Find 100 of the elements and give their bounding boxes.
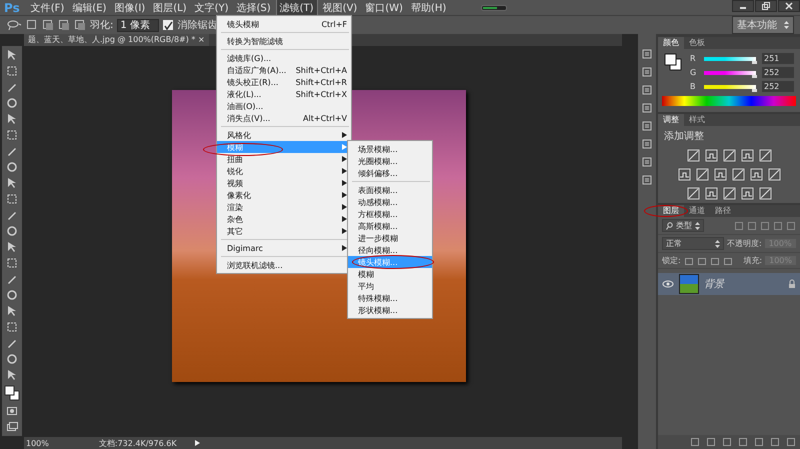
menu-item[interactable]: 浏览联机滤镜...: [217, 259, 351, 271]
menu-item[interactable]: 高斯模糊...: [348, 220, 432, 232]
blend-mode-dropdown[interactable]: 正常: [662, 237, 724, 250]
tool-icon[interactable]: [6, 305, 18, 317]
menu-item[interactable]: 像素化: [217, 189, 351, 201]
eye-icon[interactable]: [662, 280, 674, 288]
menu-item[interactable]: 镜头模糊 Ctrl+F: [217, 18, 351, 30]
adjustment-icon[interactable]: [740, 149, 754, 162]
menu-item[interactable]: 文件(F): [28, 0, 68, 16]
tool-icon[interactable]: [6, 65, 18, 77]
menu-item[interactable]: 风格化: [217, 129, 351, 141]
menu-item[interactable]: 渲染: [217, 201, 351, 213]
menu-item[interactable]: 场景模糊...: [348, 143, 432, 155]
menu-item[interactable]: 其它: [217, 225, 351, 237]
menu-item[interactable]: 选择(S): [233, 0, 274, 16]
menu-item[interactable]: 扭曲: [217, 153, 351, 165]
panel-icon[interactable]: [641, 174, 653, 186]
channel-value-field[interactable]: 252: [762, 81, 794, 92]
panel-icon[interactable]: [641, 102, 653, 114]
tool-icon[interactable]: [6, 225, 18, 237]
channel-value-field[interactable]: 252: [762, 67, 794, 78]
tool-icon[interactable]: [6, 369, 18, 381]
tool-icon[interactable]: [6, 129, 18, 141]
workspace-dropdown[interactable]: 基本功能: [732, 16, 794, 34]
play-icon[interactable]: [192, 439, 201, 447]
tool-icon[interactable]: [6, 337, 18, 349]
panel-icon[interactable]: [641, 120, 653, 132]
menu-item[interactable]: 视频: [217, 177, 351, 189]
menu-item[interactable]: 转换为智能滤镜: [217, 35, 351, 47]
panel-icon[interactable]: [641, 84, 653, 96]
adjustment-icon[interactable]: [722, 187, 736, 200]
adjustment-icon[interactable]: [686, 149, 700, 162]
adjustment-icon[interactable]: [696, 168, 708, 181]
close-button[interactable]: [778, 0, 800, 12]
layer-row[interactable]: 背景: [658, 273, 800, 295]
menu-item[interactable]: 文字(Y): [192, 0, 232, 16]
panel-tab[interactable]: 样式: [684, 114, 710, 126]
tool-icon[interactable]: [6, 321, 18, 333]
panel-tab[interactable]: 图层: [658, 205, 684, 217]
menu-item[interactable]: 液化(L)... Shift+Ctrl+X: [217, 88, 351, 100]
adjustment-icon[interactable]: [686, 187, 700, 200]
menu-item[interactable]: 消失点(V)... Alt+Ctrl+V: [217, 112, 351, 124]
menu-item[interactable]: 平均: [348, 280, 432, 292]
adjustment-icon[interactable]: [768, 168, 780, 181]
menu-item[interactable]: Digimarc: [217, 242, 351, 254]
adjustment-icon[interactable]: [704, 149, 718, 162]
tool-icon[interactable]: [6, 193, 18, 205]
menu-item[interactable]: 帮助(H): [408, 0, 450, 16]
adjustment-icon[interactable]: [740, 187, 754, 200]
color-swatches-icon[interactable]: [4, 385, 20, 401]
menu-item[interactable]: 动感模糊...: [348, 196, 432, 208]
menu-item[interactable]: 进一步模糊: [348, 232, 432, 244]
menu-item[interactable]: 径向模糊...: [348, 244, 432, 256]
panel-icon[interactable]: [641, 48, 653, 60]
panel-icon[interactable]: [641, 138, 653, 150]
tool-icon[interactable]: [6, 273, 18, 285]
menu-item[interactable]: 表面模糊...: [348, 184, 432, 196]
panel-icon[interactable]: [641, 66, 653, 78]
tool-icon[interactable]: [6, 177, 18, 189]
panel-tab[interactable]: 颜色: [658, 37, 684, 49]
slider-thumb[interactable]: [752, 74, 757, 78]
document-tab[interactable]: 题、蓝天、草地、人.jpg @ 100%(RGB/8#) * ×: [24, 34, 209, 46]
panel-tab[interactable]: 色板: [684, 37, 710, 49]
menu-item[interactable]: 油画(O)...: [217, 100, 351, 112]
tool-icon[interactable]: [6, 241, 18, 253]
quick-mask-icon[interactable]: [6, 405, 18, 417]
slider-thumb[interactable]: [752, 88, 757, 92]
lock-option-icon[interactable]: [684, 256, 694, 266]
adjustment-icon[interactable]: [722, 149, 736, 162]
tool-icon[interactable]: [6, 145, 18, 157]
minimize-button[interactable]: [732, 0, 754, 12]
slider-thumb[interactable]: [752, 60, 757, 64]
anti-alias-checkbox[interactable]: [163, 20, 174, 30]
adjustment-icon[interactable]: [758, 187, 772, 200]
color-spectrum[interactable]: [662, 96, 796, 106]
panel-icon[interactable]: [641, 156, 653, 168]
feather-field[interactable]: 1 像素: [117, 18, 160, 32]
tool-icon[interactable]: [6, 257, 18, 269]
lock-option-icon[interactable]: [696, 256, 707, 266]
panel-tab[interactable]: 路径: [710, 205, 736, 217]
restore-button[interactable]: [755, 0, 777, 12]
menu-item[interactable]: 倾斜偏移...: [348, 167, 432, 179]
menu-item[interactable]: 光圈模糊...: [348, 155, 432, 167]
tool-icon[interactable]: [6, 289, 18, 301]
menu-item[interactable]: 杂色: [217, 213, 351, 225]
lock-option-icon[interactable]: [710, 256, 720, 266]
adjustment-icon[interactable]: [732, 168, 744, 181]
panel-tab[interactable]: 调整: [658, 114, 684, 126]
menu-item[interactable]: 滤镜库(G)...: [217, 52, 351, 64]
tool-icon[interactable]: [6, 161, 18, 173]
screen-mode-icon[interactable]: [6, 421, 18, 433]
selection-mode-icon[interactable]: [58, 19, 70, 31]
menu-item[interactable]: 方框模糊...: [348, 208, 432, 220]
tool-icon[interactable]: [6, 81, 18, 93]
tool-icon[interactable]: [6, 353, 18, 365]
menu-item[interactable]: 模糊: [348, 268, 432, 280]
lasso-icon[interactable]: [6, 20, 22, 30]
adjustment-icon[interactable]: [678, 168, 690, 181]
selection-mode-icon[interactable]: [74, 19, 86, 31]
adjustment-icon[interactable]: [750, 168, 762, 181]
